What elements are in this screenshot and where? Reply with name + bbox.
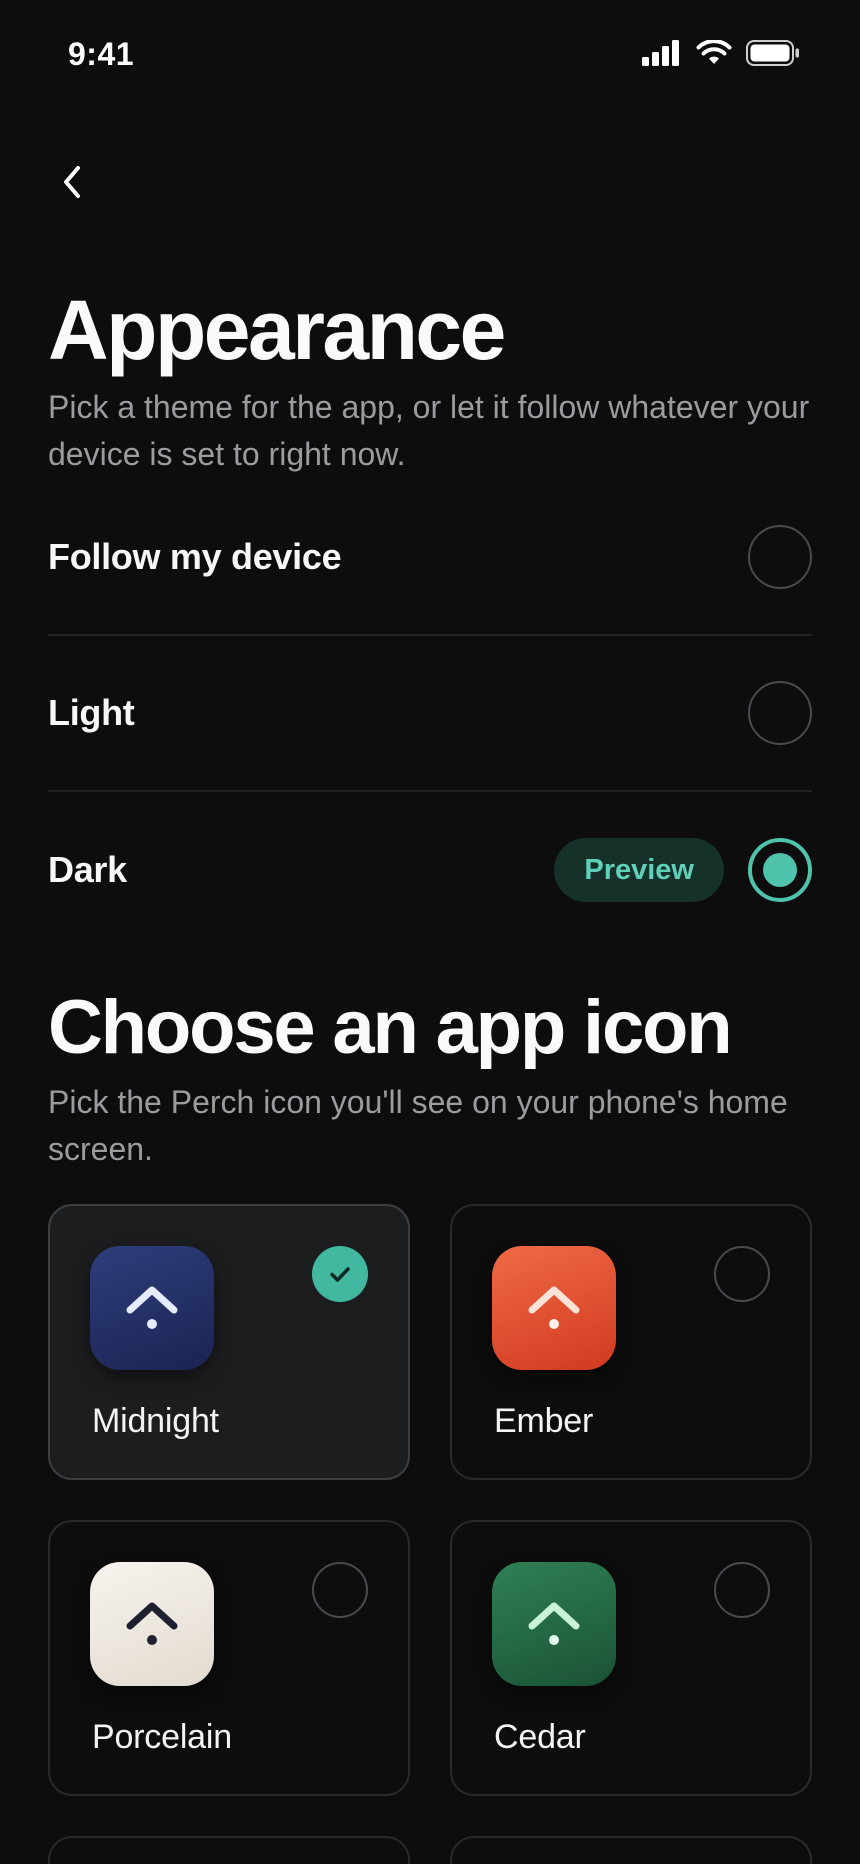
midnight-app-icon: [90, 1246, 214, 1370]
icon-card-label: Midnight: [92, 1402, 219, 1440]
status-icons: [642, 39, 800, 71]
status-time: 9:41: [68, 36, 135, 72]
theme-option-label: Light: [48, 692, 135, 733]
icon-card-label: Porcelain: [92, 1718, 232, 1756]
icon-card-midnight[interactable]: Midnight: [48, 1204, 410, 1480]
app-icon-description: Pick the Perch icon you'll see on your p…: [48, 1084, 788, 1167]
app-icon-title: Choose an app icon: [48, 985, 733, 1070]
wifi-icon: [696, 39, 732, 71]
porcelain-app-icon: [90, 1562, 214, 1686]
theme-radio-follow-device[interactable]: [748, 525, 812, 589]
theme-radio-dark[interactable]: [748, 838, 812, 902]
battery-icon: [746, 40, 800, 71]
back-button[interactable]: [48, 158, 96, 206]
icon-card-label: Ember: [494, 1402, 594, 1440]
theme-option-label: Follow my device: [48, 536, 342, 577]
icon-card-partial-right[interactable]: [450, 1836, 812, 1864]
icon-radio-porcelain[interactable]: [312, 1562, 368, 1618]
perch-logo-icon: [126, 1286, 178, 1329]
perch-logo-icon: [528, 1286, 580, 1329]
icon-radio-ember[interactable]: [714, 1246, 770, 1302]
icon-radio-cedar[interactable]: [714, 1562, 770, 1618]
selected-check-icon: [312, 1246, 368, 1302]
icon-card-partial-left[interactable]: [48, 1836, 410, 1864]
status-bar: 9:41: [0, 0, 860, 110]
perch-logo-icon: [126, 1602, 178, 1645]
preview-button[interactable]: Preview: [554, 838, 724, 902]
ember-app-icon: [492, 1246, 616, 1370]
perch-logo-icon: [528, 1602, 580, 1645]
icon-card-porcelain[interactable]: Porcelain: [48, 1520, 410, 1796]
cellular-signal-icon: [642, 40, 682, 71]
appearance-title: Appearance: [48, 283, 506, 377]
theme-option-light[interactable]: Light: [48, 636, 812, 792]
theme-option-label: Dark: [48, 849, 127, 890]
chevron-left-icon: [64, 166, 80, 198]
cedar-app-icon: [492, 1562, 616, 1686]
icon-card-ember[interactable]: Ember: [450, 1204, 812, 1480]
theme-radio-light[interactable]: [748, 681, 812, 745]
appearance-screen: 9:41 Appearance Pick a theme for the app…: [0, 0, 860, 1864]
appearance-description: Pick a theme for the app, or let it foll…: [48, 389, 810, 472]
theme-option-follow-device[interactable]: Follow my device: [48, 480, 812, 636]
theme-option-dark[interactable]: Dark Preview: [48, 792, 812, 948]
icon-card-cedar[interactable]: Cedar: [450, 1520, 812, 1796]
icon-card-label: Cedar: [494, 1718, 586, 1756]
theme-options: Follow my device Light Dark Preview: [48, 480, 812, 948]
